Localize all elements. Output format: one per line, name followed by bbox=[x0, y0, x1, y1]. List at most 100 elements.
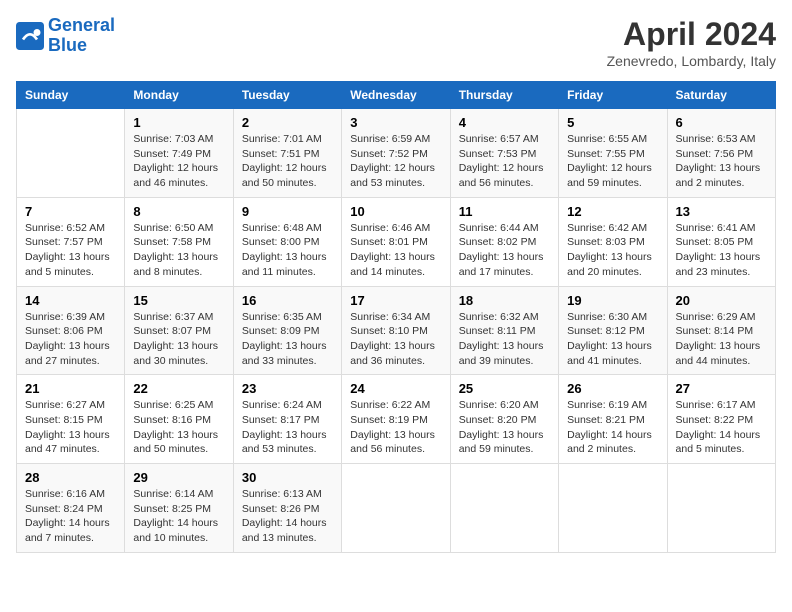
day-info: Sunrise: 6:48 AM Sunset: 8:00 PM Dayligh… bbox=[242, 221, 333, 280]
calendar-cell: 22 Sunrise: 6:25 AM Sunset: 8:16 PM Dayli… bbox=[125, 375, 233, 464]
day-info: Sunrise: 6:55 AM Sunset: 7:55 PM Dayligh… bbox=[567, 132, 658, 191]
day-number: 30 bbox=[242, 470, 333, 485]
day-number: 13 bbox=[676, 204, 767, 219]
weekday-header: Thursday bbox=[450, 82, 558, 109]
day-number: 11 bbox=[459, 204, 550, 219]
day-number: 4 bbox=[459, 115, 550, 130]
day-info: Sunrise: 6:13 AM Sunset: 8:26 PM Dayligh… bbox=[242, 487, 333, 546]
day-number: 25 bbox=[459, 381, 550, 396]
weekday-header: Monday bbox=[125, 82, 233, 109]
day-number: 8 bbox=[133, 204, 224, 219]
day-info: Sunrise: 6:24 AM Sunset: 8:17 PM Dayligh… bbox=[242, 398, 333, 457]
day-number: 28 bbox=[25, 470, 116, 485]
weekday-header: Wednesday bbox=[342, 82, 450, 109]
day-number: 9 bbox=[242, 204, 333, 219]
day-number: 1 bbox=[133, 115, 224, 130]
calendar-cell: 16Sunrise: 6:35 AM Sunset: 8:09 PM Dayli… bbox=[233, 286, 341, 375]
day-number: 12 bbox=[567, 204, 658, 219]
calendar-cell: 17 Sunrise: 6:34 AM Sunset: 8:10 PM Dayli… bbox=[342, 286, 450, 375]
calendar-cell: 24 Sunrise: 6:22 AM Sunset: 8:19 PM Dayli… bbox=[342, 375, 450, 464]
day-info: Sunrise: 6:34 AM Sunset: 8:10 PM Dayligh… bbox=[350, 310, 441, 369]
day-number: 3 bbox=[350, 115, 441, 130]
weekday-header: Sunday bbox=[17, 82, 125, 109]
calendar-cell bbox=[342, 464, 450, 553]
day-number: 5 bbox=[567, 115, 658, 130]
day-info: Sunrise: 6:29 AM Sunset: 8:14 PM Dayligh… bbox=[676, 310, 767, 369]
day-info: Sunrise: 6:20 AM Sunset: 8:20 PM Dayligh… bbox=[459, 398, 550, 457]
calendar-body: 1 Sunrise: 7:03 AM Sunset: 7:49 PM Daylig… bbox=[17, 109, 776, 553]
day-info: Sunrise: 6:30 AM Sunset: 8:12 PM Dayligh… bbox=[567, 310, 658, 369]
day-info: Sunrise: 6:39 AM Sunset: 8:06 PM Dayligh… bbox=[25, 310, 116, 369]
calendar-cell: 4 Sunrise: 6:57 AM Sunset: 7:53 PM Daylig… bbox=[450, 109, 558, 198]
day-number: 2 bbox=[242, 115, 333, 130]
calendar-table: SundayMondayTuesdayWednesdayThursdayFrid… bbox=[16, 81, 776, 553]
location-subtitle: Zenevredo, Lombardy, Italy bbox=[607, 53, 776, 69]
day-info: Sunrise: 6:37 AM Sunset: 8:07 PM Dayligh… bbox=[133, 310, 224, 369]
logo: General Blue bbox=[16, 16, 115, 56]
calendar-cell: 19 Sunrise: 6:30 AM Sunset: 8:12 PM Dayli… bbox=[559, 286, 667, 375]
day-info: Sunrise: 6:46 AM Sunset: 8:01 PM Dayligh… bbox=[350, 221, 441, 280]
logo-icon bbox=[16, 22, 44, 50]
calendar-week-row: 1 Sunrise: 7:03 AM Sunset: 7:49 PM Daylig… bbox=[17, 109, 776, 198]
calendar-cell: 8 Sunrise: 6:50 AM Sunset: 7:58 PM Daylig… bbox=[125, 197, 233, 286]
day-number: 7 bbox=[25, 204, 116, 219]
calendar-cell: 1 Sunrise: 7:03 AM Sunset: 7:49 PM Daylig… bbox=[125, 109, 233, 198]
day-number: 22 bbox=[133, 381, 224, 396]
month-title: April 2024 bbox=[607, 16, 776, 53]
calendar-week-row: 7Sunrise: 6:52 AM Sunset: 7:57 PM Daylig… bbox=[17, 197, 776, 286]
calendar-cell bbox=[559, 464, 667, 553]
day-number: 26 bbox=[567, 381, 658, 396]
calendar-cell: 5 Sunrise: 6:55 AM Sunset: 7:55 PM Daylig… bbox=[559, 109, 667, 198]
day-number: 15 bbox=[133, 293, 224, 308]
calendar-cell: 29Sunrise: 6:14 AM Sunset: 8:25 PM Dayli… bbox=[125, 464, 233, 553]
title-block: April 2024 Zenevredo, Lombardy, Italy bbox=[607, 16, 776, 69]
day-number: 27 bbox=[676, 381, 767, 396]
day-info: Sunrise: 6:35 AM Sunset: 8:09 PM Dayligh… bbox=[242, 310, 333, 369]
day-number: 17 bbox=[350, 293, 441, 308]
day-number: 14 bbox=[25, 293, 116, 308]
calendar-header-row: SundayMondayTuesdayWednesdayThursdayFrid… bbox=[17, 82, 776, 109]
calendar-cell: 9 Sunrise: 6:48 AM Sunset: 8:00 PM Daylig… bbox=[233, 197, 341, 286]
day-info: Sunrise: 6:41 AM Sunset: 8:05 PM Dayligh… bbox=[676, 221, 767, 280]
day-info: Sunrise: 6:14 AM Sunset: 8:25 PM Dayligh… bbox=[133, 487, 224, 546]
day-number: 21 bbox=[25, 381, 116, 396]
weekday-header: Tuesday bbox=[233, 82, 341, 109]
calendar-cell: 14 Sunrise: 6:39 AM Sunset: 8:06 PM Dayli… bbox=[17, 286, 125, 375]
calendar-cell bbox=[667, 464, 775, 553]
day-info: Sunrise: 6:25 AM Sunset: 8:16 PM Dayligh… bbox=[133, 398, 224, 457]
day-info: Sunrise: 6:17 AM Sunset: 8:22 PM Dayligh… bbox=[676, 398, 767, 457]
day-info: Sunrise: 6:27 AM Sunset: 8:15 PM Dayligh… bbox=[25, 398, 116, 457]
calendar-cell: 12 Sunrise: 6:42 AM Sunset: 8:03 PM Dayli… bbox=[559, 197, 667, 286]
day-info: Sunrise: 6:57 AM Sunset: 7:53 PM Dayligh… bbox=[459, 132, 550, 191]
calendar-cell bbox=[450, 464, 558, 553]
day-info: Sunrise: 6:22 AM Sunset: 8:19 PM Dayligh… bbox=[350, 398, 441, 457]
day-info: Sunrise: 6:53 AM Sunset: 7:56 PM Dayligh… bbox=[676, 132, 767, 191]
logo-line2: Blue bbox=[48, 36, 115, 56]
calendar-cell: 15 Sunrise: 6:37 AM Sunset: 8:07 PM Dayli… bbox=[125, 286, 233, 375]
calendar-cell: 20 Sunrise: 6:29 AM Sunset: 8:14 PM Dayli… bbox=[667, 286, 775, 375]
day-number: 18 bbox=[459, 293, 550, 308]
calendar-cell: 10 Sunrise: 6:46 AM Sunset: 8:01 PM Dayli… bbox=[342, 197, 450, 286]
day-info: Sunrise: 6:59 AM Sunset: 7:52 PM Dayligh… bbox=[350, 132, 441, 191]
day-info: Sunrise: 6:42 AM Sunset: 8:03 PM Dayligh… bbox=[567, 221, 658, 280]
calendar-cell bbox=[17, 109, 125, 198]
calendar-cell: 26Sunrise: 6:19 AM Sunset: 8:21 PM Dayli… bbox=[559, 375, 667, 464]
day-number: 24 bbox=[350, 381, 441, 396]
calendar-week-row: 21 Sunrise: 6:27 AM Sunset: 8:15 PM Dayli… bbox=[17, 375, 776, 464]
day-info: Sunrise: 7:01 AM Sunset: 7:51 PM Dayligh… bbox=[242, 132, 333, 191]
day-info: Sunrise: 6:50 AM Sunset: 7:58 PM Dayligh… bbox=[133, 221, 224, 280]
day-info: Sunrise: 7:03 AM Sunset: 7:49 PM Dayligh… bbox=[133, 132, 224, 191]
calendar-cell: 25 Sunrise: 6:20 AM Sunset: 8:20 PM Dayli… bbox=[450, 375, 558, 464]
day-number: 19 bbox=[567, 293, 658, 308]
day-number: 20 bbox=[676, 293, 767, 308]
day-number: 10 bbox=[350, 204, 441, 219]
calendar-week-row: 14 Sunrise: 6:39 AM Sunset: 8:06 PM Dayli… bbox=[17, 286, 776, 375]
calendar-cell: 13 Sunrise: 6:41 AM Sunset: 8:05 PM Dayli… bbox=[667, 197, 775, 286]
calendar-cell: 3 Sunrise: 6:59 AM Sunset: 7:52 PM Daylig… bbox=[342, 109, 450, 198]
calendar-cell: 27 Sunrise: 6:17 AM Sunset: 8:22 PM Dayli… bbox=[667, 375, 775, 464]
weekday-header: Friday bbox=[559, 82, 667, 109]
calendar-cell: 18Sunrise: 6:32 AM Sunset: 8:11 PM Dayli… bbox=[450, 286, 558, 375]
day-number: 6 bbox=[676, 115, 767, 130]
day-info: Sunrise: 6:16 AM Sunset: 8:24 PM Dayligh… bbox=[25, 487, 116, 546]
calendar-cell: 2 Sunrise: 7:01 AM Sunset: 7:51 PM Daylig… bbox=[233, 109, 341, 198]
